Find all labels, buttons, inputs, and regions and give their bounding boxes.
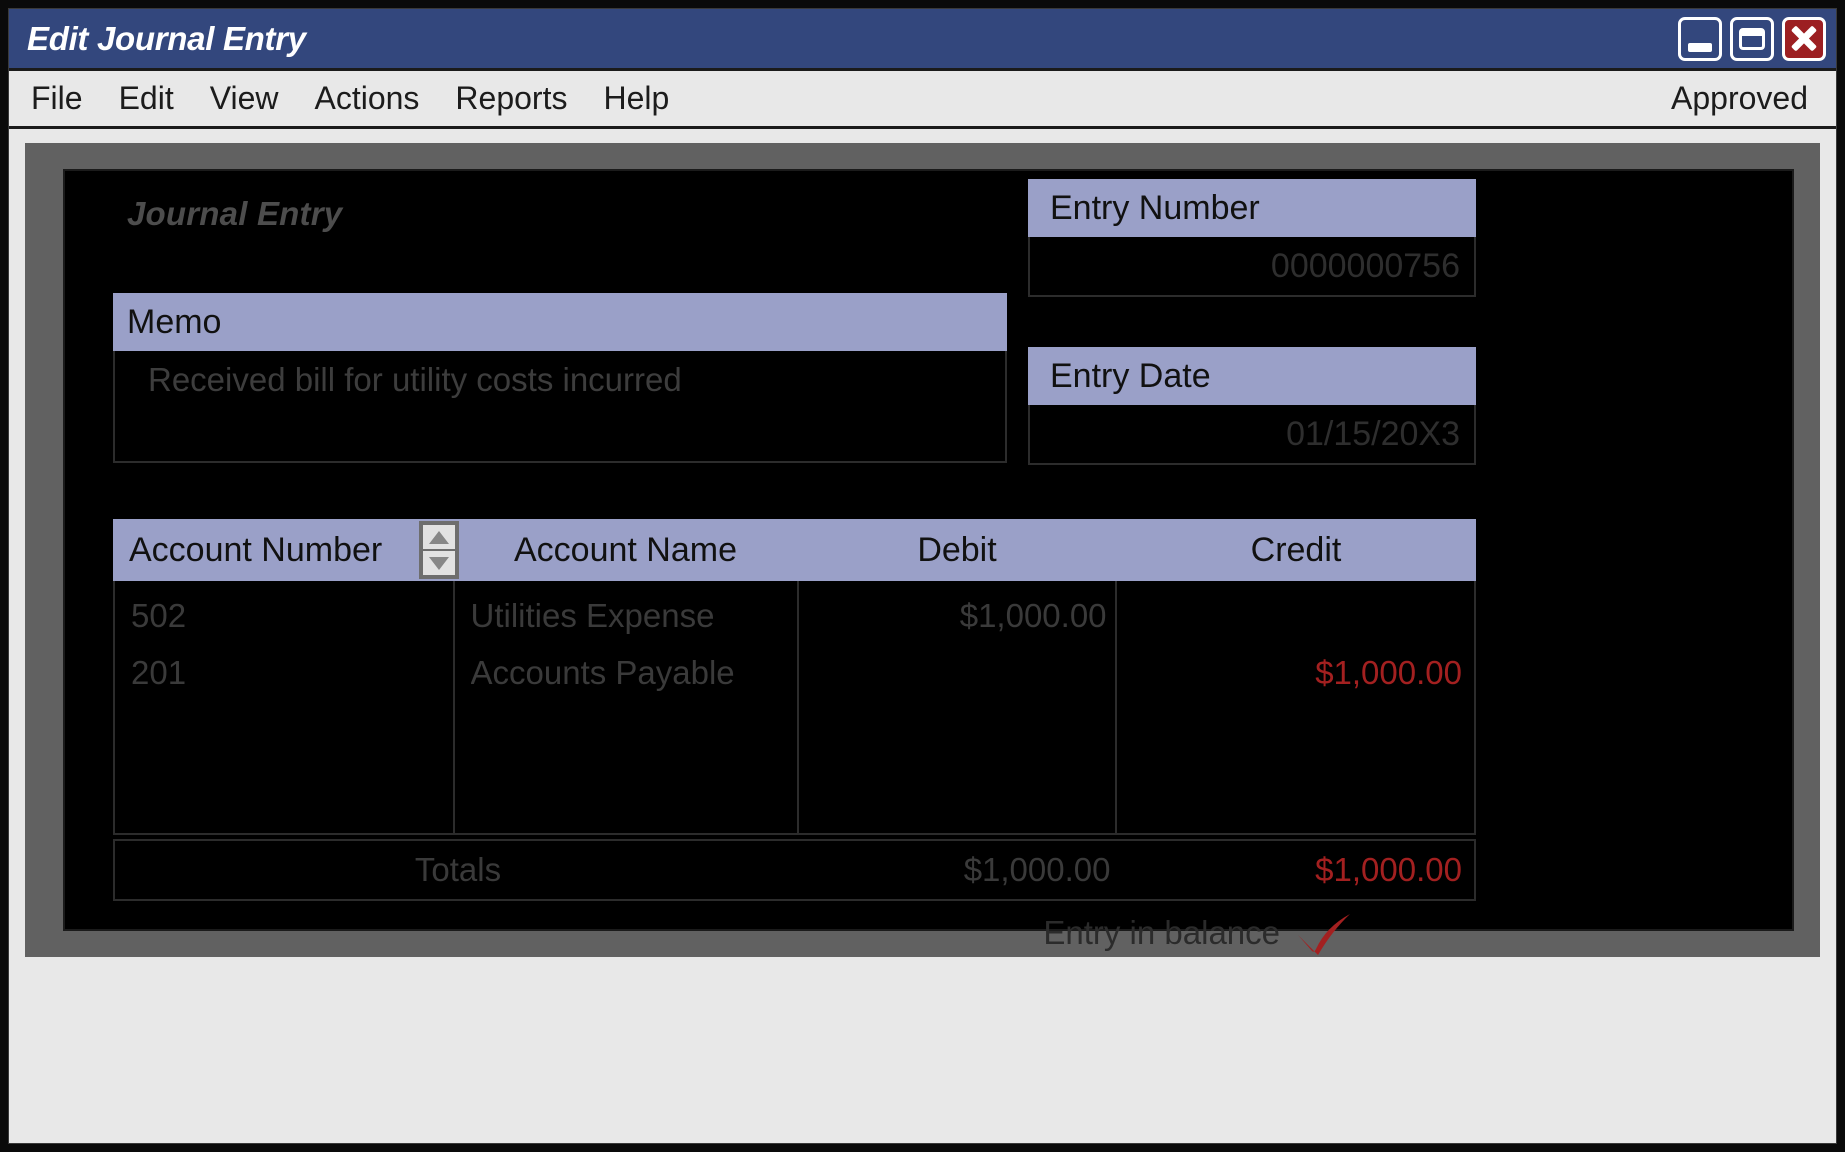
journal-entry-panel: Journal Entry Memo Received bill for uti… <box>63 169 1794 955</box>
entry-date-field-group: Entry Date 01/15/20X3 <box>1028 347 1476 465</box>
column-header-account-name[interactable]: Account Name <box>453 519 798 581</box>
column-debit: $1,000.00 <box>799 581 1117 833</box>
table-body: 502 201 Utilities Expense Accounts Payab… <box>113 581 1476 835</box>
memo-field-group: Memo Received bill for utility costs inc… <box>113 293 1007 463</box>
account-number-stepper[interactable] <box>419 521 459 579</box>
menu-item-view[interactable]: View <box>192 80 297 117</box>
close-button[interactable] <box>1782 16 1826 61</box>
menu-item-help[interactable]: Help <box>585 80 687 117</box>
table-row[interactable] <box>1117 758 1462 815</box>
table-row[interactable] <box>131 758 453 815</box>
minimize-button[interactable] <box>1678 16 1722 61</box>
entry-date-label: Entry Date <box>1028 347 1476 405</box>
form-frame: Journal Entry Memo Received bill for uti… <box>25 143 1820 957</box>
maximize-icon <box>1739 27 1765 50</box>
table-row[interactable] <box>471 758 798 815</box>
table-row[interactable] <box>1117 701 1462 758</box>
application-window: Edit Journal Entry File Edit View Action… <box>8 8 1837 1144</box>
memo-value: Received bill for utility costs incurred <box>148 361 682 398</box>
table-row[interactable]: $1,000.00 <box>799 587 1107 644</box>
window-title: Edit Journal Entry <box>27 19 306 57</box>
menu-bar: File Edit View Actions Reports Help Appr… <box>9 71 1836 129</box>
memo-label: Memo <box>113 293 1007 351</box>
column-header-credit[interactable]: Credit <box>1116 519 1476 581</box>
line-items-table: Account Number Account Name Debit Credit <box>113 519 1476 955</box>
balance-message: Entry in balance <box>1043 914 1280 951</box>
chevron-down-icon <box>429 556 449 570</box>
maximize-button[interactable] <box>1730 16 1774 61</box>
approval-status: Approved <box>1671 80 1808 116</box>
entry-number-label: Entry Number <box>1028 179 1476 237</box>
form-title: Journal Entry <box>127 195 343 232</box>
balance-indicator: Entry in balance <box>113 911 1476 955</box>
table-row[interactable]: 201 <box>131 644 453 701</box>
column-account-name: Utilities Expense Accounts Payable <box>455 581 799 833</box>
menu-item-reports[interactable]: Reports <box>437 80 585 117</box>
application-body: Journal Entry Memo Received bill for uti… <box>9 129 1836 1143</box>
memo-input[interactable]: Received bill for utility costs incurred <box>113 351 1007 463</box>
column-account-number: 502 201 <box>115 581 455 833</box>
entry-number-value: 0000000756 <box>1270 246 1460 285</box>
stepper-up-button[interactable] <box>423 525 455 549</box>
entry-date-input[interactable]: 01/15/20X3 <box>1028 405 1476 465</box>
totals-debit-value: $1,000.00 <box>963 851 1111 888</box>
table-row[interactable] <box>799 701 1107 758</box>
table-row[interactable] <box>471 701 798 758</box>
menu-item-file[interactable]: File <box>31 80 101 117</box>
minimize-icon <box>1688 42 1712 52</box>
menu-item-actions[interactable]: Actions <box>296 80 437 117</box>
table-row[interactable] <box>131 701 453 758</box>
table-header-row: Account Number Account Name Debit Credit <box>113 519 1476 581</box>
stepper-down-button[interactable] <box>423 551 455 575</box>
column-header-debit[interactable]: Debit <box>798 519 1116 581</box>
window-controls <box>1678 16 1826 61</box>
table-row[interactable] <box>1117 587 1462 644</box>
menu-item-edit[interactable]: Edit <box>101 80 192 117</box>
column-credit: $1,000.00 <box>1117 581 1474 833</box>
table-row[interactable] <box>799 758 1107 815</box>
entry-date-value: 01/15/20X3 <box>1286 414 1460 453</box>
title-bar: Edit Journal Entry <box>9 9 1836 71</box>
table-row[interactable]: 502 <box>131 587 453 644</box>
column-header-account-number[interactable]: Account Number <box>113 519 453 581</box>
entry-number-field-group: Entry Number 0000000756 <box>1028 179 1476 297</box>
table-row[interactable]: Accounts Payable <box>471 644 798 701</box>
totals-row: Totals $1,000.00 $1,000.00 <box>113 839 1476 901</box>
chevron-up-icon <box>429 530 449 544</box>
totals-credit-value: $1,000.00 <box>1315 851 1462 888</box>
table-row[interactable]: $1,000.00 <box>1117 644 1462 701</box>
status-bar <box>25 957 1820 1143</box>
table-row[interactable] <box>799 644 1107 701</box>
totals-label: Totals <box>414 851 502 888</box>
checkmark-icon <box>1298 914 1350 955</box>
table-row[interactable]: Utilities Expense <box>471 587 798 644</box>
entry-number-input[interactable]: 0000000756 <box>1028 237 1476 297</box>
